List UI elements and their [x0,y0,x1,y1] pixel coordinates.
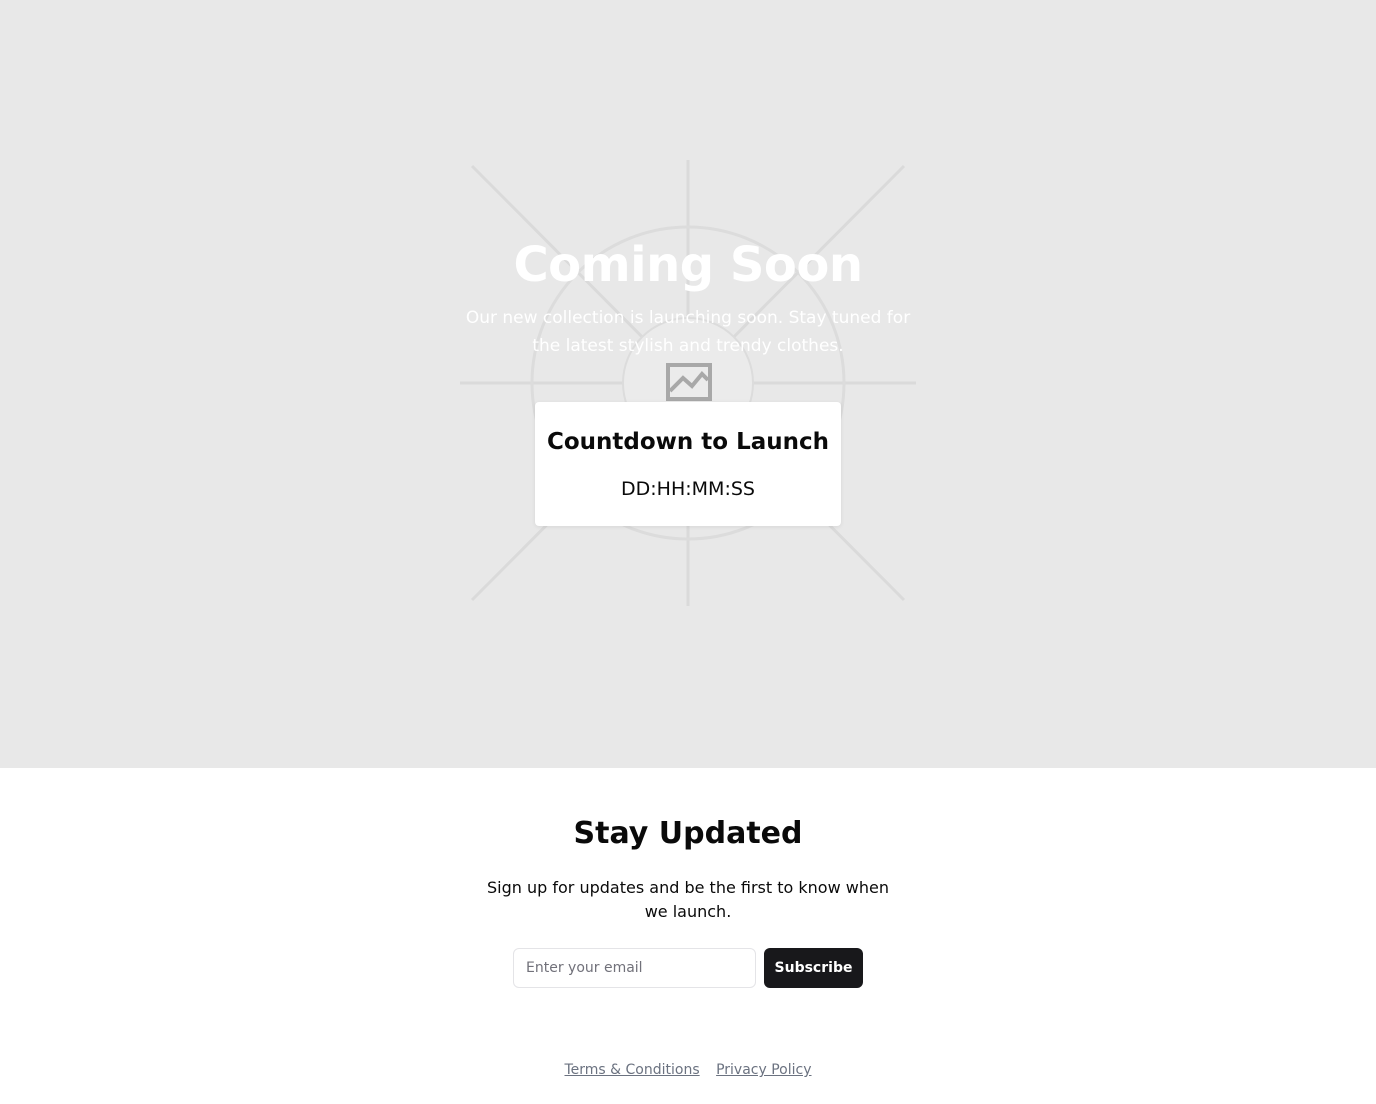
hero-content: Coming Soon Our new collection is launch… [0,0,1376,768]
hero-subtitle: Our new collection is launching soon. St… [465,308,911,356]
footer-links: Terms & Conditions Privacy Policy [0,1060,1376,1080]
countdown-title: Countdown to Launch [546,429,830,455]
subscribe-title: Stay Updated [573,816,803,851]
countdown-timer: DD:HH:MM:SS [621,478,755,500]
privacy-link[interactable]: Privacy Policy [716,1062,811,1078]
email-input[interactable] [513,948,756,988]
subscribe-section: Stay Updated Sign up for updates and be … [0,768,1376,1104]
hero-title: Coming Soon [513,237,863,293]
subscribe-description: Sign up for updates and be the first to … [487,878,889,921]
subscribe-button[interactable]: Subscribe [764,948,863,988]
terms-link[interactable]: Terms & Conditions [564,1062,699,1078]
hero-section: Coming Soon Our new collection is launch… [0,0,1376,768]
countdown-card: Countdown to Launch DD:HH:MM:SS [535,402,841,526]
